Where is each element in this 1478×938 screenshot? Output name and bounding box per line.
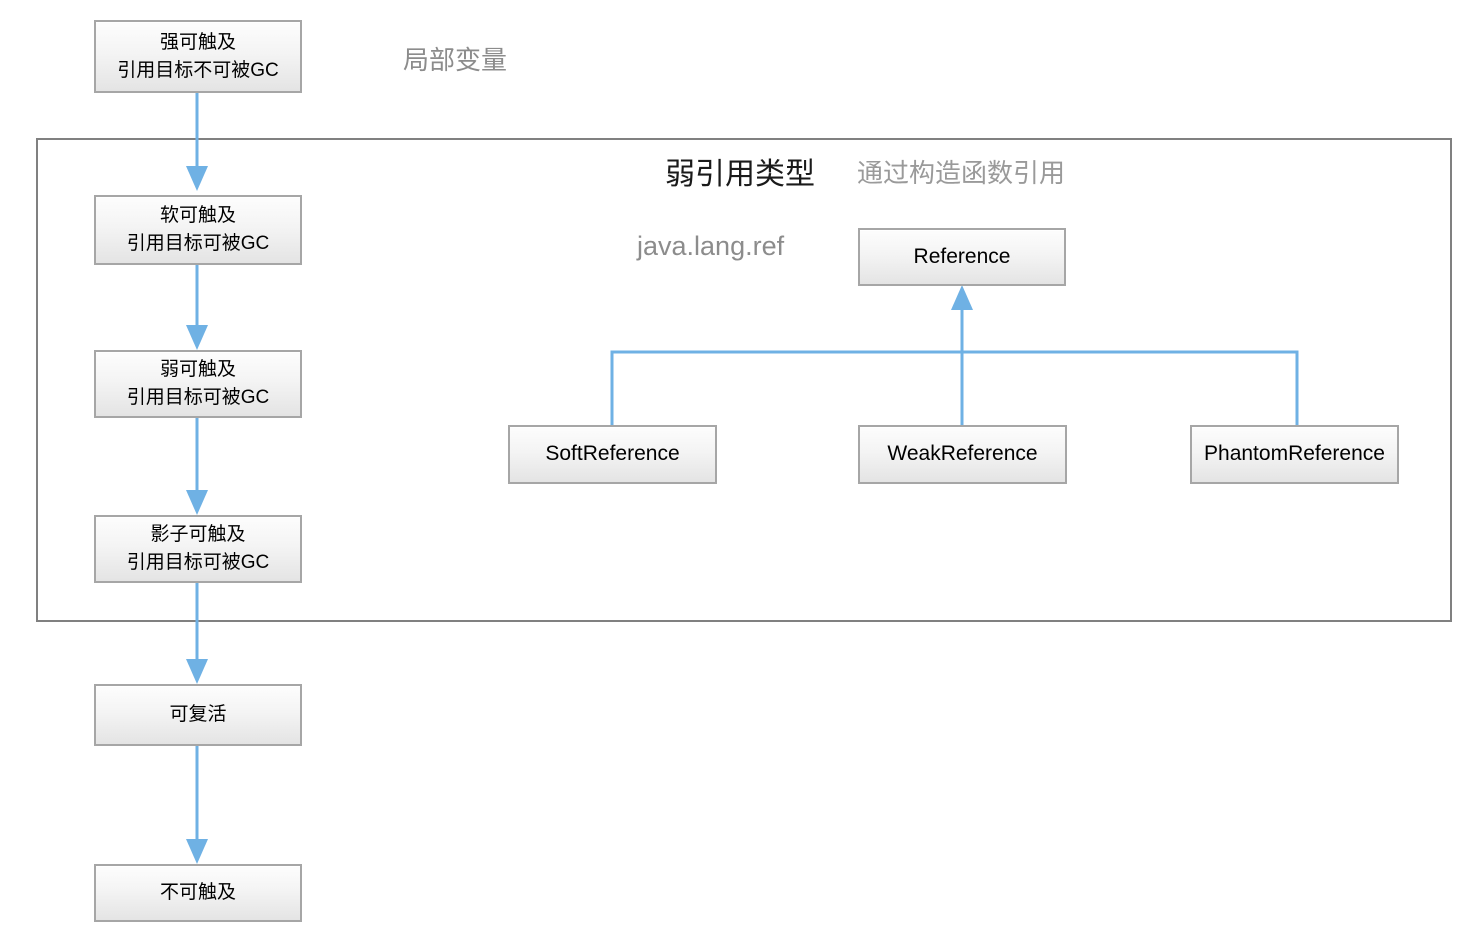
weak-reference-types-title: 弱引用类型 [665,158,815,191]
node-soft-reachable-line2: 引用目标可被GC [126,233,270,254]
node-weak-reachable: 弱可触及 引用目标可被GC [94,350,302,418]
local-variable-label: 局部变量 [403,45,508,75]
node-weak-reachable-line1: 弱可触及 [159,359,236,381]
node-phantom-reachable: 影子可触及 引用目标可被GC [94,515,302,583]
node-soft-reference: SoftReference [508,425,717,484]
node-strong-reachable-line2: 引用目标不可被GC [117,59,279,81]
node-strong-reachable: 强可触及 引用目标不可被GC [94,20,302,93]
node-unreachable: 不可触及 [94,864,302,922]
node-strong-reachable-line1: 强可触及 [159,31,236,53]
node-resurrectable-line1: 可复活 [169,704,227,726]
node-soft-reference-label: SoftReference [545,442,680,466]
node-weak-reachable-line2: 引用目标可被GC [126,387,270,408]
node-soft-reachable-line1: 软可触及 [159,205,236,227]
node-unreachable-line1: 不可触及 [159,882,236,904]
constructor-reference-note: 通过构造函数引用 [857,158,1066,188]
node-phantom-reachable-line1: 影子可触及 [150,524,246,546]
java-lang-ref-package-label: java.lang.ref [637,231,785,261]
node-soft-reachable: 软可触及 引用目标可被GC [94,195,302,265]
node-weak-reference-label: WeakReference [887,442,1038,466]
node-phantom-reference: PhantomReference [1190,425,1399,484]
diagram-canvas: 局部变量 弱引用类型 通过构造函数引用 java.lang.ref 强可触及 引… [0,0,1478,938]
node-reference-label: Reference [913,244,1011,268]
node-phantom-reachable-line2: 引用目标可被GC [126,552,270,573]
edge-resurrectable-to-unreachable [186,746,208,864]
node-phantom-reference-label: PhantomReference [1204,442,1385,466]
node-resurrectable: 可复活 [94,684,302,746]
node-reference: Reference [858,228,1066,286]
node-weak-reference: WeakReference [858,425,1067,484]
